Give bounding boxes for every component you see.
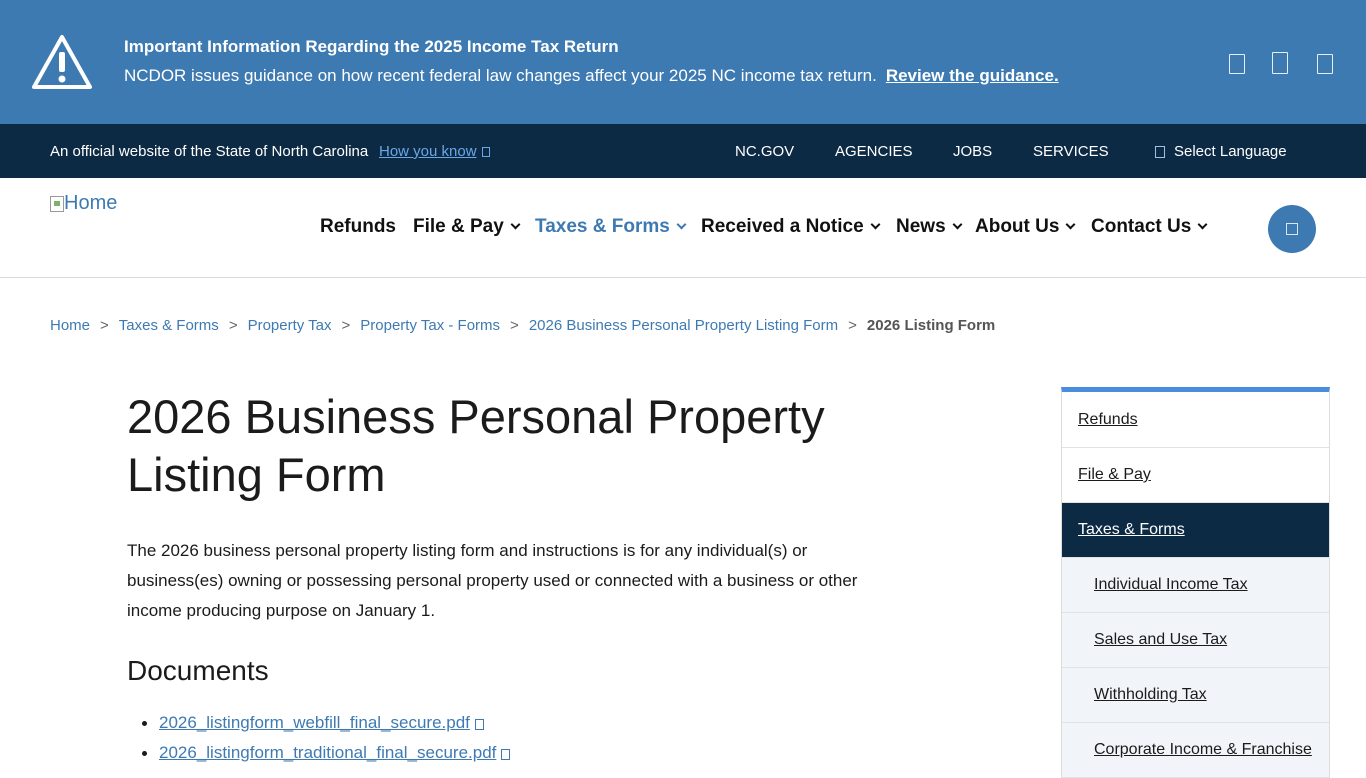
sidenav-corporate-income-franchise[interactable]: Corporate Income & Franchise <box>1062 723 1329 778</box>
breadcrumb-home[interactable]: Home <box>50 317 90 334</box>
nav-label: File & Pay <box>413 216 504 237</box>
nav-label: About Us <box>975 216 1060 237</box>
breadcrumb: Home > Taxes & Forms > Property Tax > Property… <box>50 317 995 334</box>
search-icon <box>1286 223 1298 235</box>
breadcrumb-separator: > <box>100 317 109 334</box>
breadcrumb-separator: > <box>228 317 238 334</box>
how-you-know-link[interactable]: How you know <box>379 143 490 160</box>
logo-alt-text: Home <box>64 192 118 214</box>
nav-about-us[interactable]: About Us <box>975 216 1076 238</box>
nav-label: Taxes & Forms <box>535 216 670 237</box>
nav-received-a-notice[interactable]: Received a Notice <box>701 216 881 238</box>
documents-list: 2026_listingform_webfill_final_secure.pd… <box>141 708 511 768</box>
alert-body-text: NCDOR issues guidance on how recent fede… <box>124 66 877 85</box>
alert-body: NCDOR issues guidance on how recent fede… <box>124 66 1059 86</box>
page-title: 2026 Business Personal Property Listing … <box>127 390 825 501</box>
breadcrumb-current: 2026 Listing Form <box>866 317 996 334</box>
chevron-down-icon <box>870 219 881 230</box>
site-header: Home Refunds File & Pay Taxes & Forms Re… <box>0 178 1366 278</box>
sidenav-withholding-tax[interactable]: Withholding Tax <box>1062 668 1329 723</box>
how-you-know-label: How you know <box>379 143 477 160</box>
external-link-icon <box>481 147 490 157</box>
official-site-text: An official website of the State of Nort… <box>50 143 369 160</box>
select-language-label: Select Language <box>1174 143 1287 160</box>
sidenav-sales-and-use-tax[interactable]: Sales and Use Tax <box>1062 613 1329 668</box>
globe-icon <box>1155 146 1165 158</box>
previous-alert-icon[interactable] <box>1229 54 1245 74</box>
sidenav-file-pay[interactable]: File & Pay <box>1062 448 1329 503</box>
chevron-down-icon <box>952 219 963 230</box>
nav-taxes-forms[interactable]: Taxes & Forms <box>535 216 687 238</box>
breadcrumb-taxes-forms[interactable]: Taxes & Forms <box>119 317 219 334</box>
ncgov-link[interactable]: NC.GOV <box>735 143 794 160</box>
breadcrumb-property-tax-forms[interactable]: Property Tax - Forms <box>360 317 500 334</box>
side-navigation: Refunds File & Pay Taxes & Forms Individ… <box>1061 387 1330 778</box>
chevron-down-icon <box>510 219 521 230</box>
intro-paragraph: The 2026 business personal property list… <box>127 541 858 620</box>
chevron-down-icon <box>1197 219 1208 230</box>
list-item: 2026_listingform_traditional_final_secur… <box>141 738 511 768</box>
webfill-pdf-link[interactable]: 2026_listingform_webfill_final_secure.pd… <box>159 713 470 732</box>
nav-label: Received a Notice <box>701 216 864 237</box>
jobs-link[interactable]: JOBS <box>953 143 992 160</box>
warning-icon <box>32 35 92 89</box>
list-item: 2026_listingform_webfill_final_secure.pd… <box>141 708 510 738</box>
official-site-bar: An official website of the State of Nort… <box>0 124 1366 178</box>
search-button[interactable] <box>1268 205 1316 253</box>
breadcrumb-separator: > <box>510 317 519 334</box>
external-link-icon <box>474 719 484 730</box>
alert-title: Important Information Regarding the 2025… <box>124 37 619 56</box>
broken-image-icon <box>50 195 64 212</box>
breadcrumb-separator: > <box>848 317 857 334</box>
nav-contact-us[interactable]: Contact Us <box>1091 216 1208 238</box>
breadcrumb-property-tax[interactable]: Property Tax <box>248 317 332 334</box>
nav-label: Contact Us <box>1091 216 1192 237</box>
nav-label: Refunds <box>320 216 396 237</box>
chevron-down-icon <box>676 219 687 230</box>
next-alert-icon[interactable] <box>1317 54 1333 74</box>
breadcrumb-separator: > <box>341 317 351 334</box>
documents-heading: Documents <box>127 655 269 686</box>
breadcrumb-listing-form-parent[interactable]: 2026 Business Personal Property Listing … <box>529 317 838 334</box>
home-logo-link[interactable]: Home <box>50 192 117 215</box>
select-language-button[interactable]: Select Language <box>1155 143 1287 160</box>
sidenav-individual-income-tax[interactable]: Individual Income Tax <box>1062 558 1329 613</box>
agencies-link[interactable]: AGENCIES <box>835 143 913 160</box>
sidenav-taxes-forms[interactable]: Taxes & Forms <box>1062 503 1329 558</box>
alert-banner: Important Information Regarding the 2025… <box>0 0 1366 124</box>
pause-alert-icon[interactable] <box>1272 52 1288 74</box>
nav-label: News <box>896 216 946 237</box>
nav-file-pay[interactable]: File & Pay <box>413 216 521 238</box>
traditional-pdf-link[interactable]: 2026_listingform_traditional_final_secur… <box>159 743 496 762</box>
nav-refunds[interactable]: Refunds <box>320 216 396 238</box>
sidenav-refunds[interactable]: Refunds <box>1062 392 1329 448</box>
services-link[interactable]: SERVICES <box>1033 143 1109 160</box>
nav-news[interactable]: News <box>896 216 963 238</box>
external-link-icon <box>501 749 511 760</box>
chevron-down-icon <box>1065 219 1076 230</box>
review-guidance-link[interactable]: Review the guidance. <box>886 66 1059 85</box>
